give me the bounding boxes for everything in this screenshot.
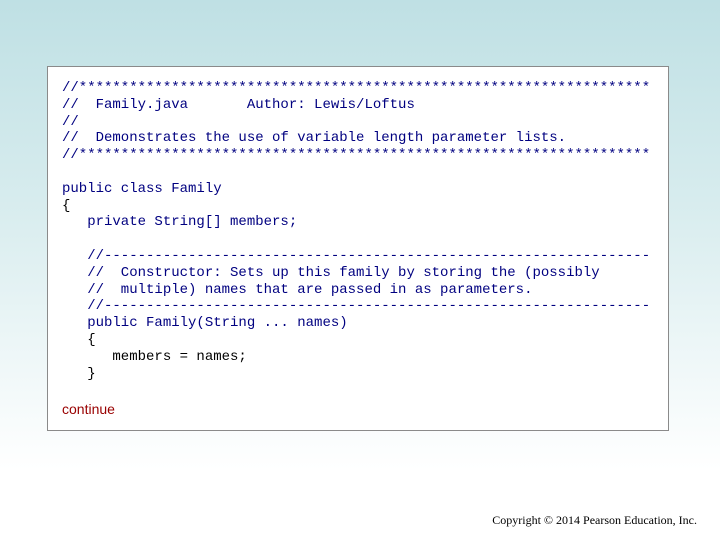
code-line: // Family.java Author: Lewis/Loftus — [62, 96, 415, 113]
code-line: //**************************************… — [62, 80, 651, 96]
code-line: // Constructor: Sets up this family by s… — [62, 264, 600, 281]
code-line: members = names; — [62, 348, 247, 365]
code-line: public class Family — [62, 180, 222, 197]
code-line: private String[] members; — [62, 214, 298, 231]
code-line: public Family(String ... names) — [62, 315, 348, 332]
code-line: //**************************************… — [62, 147, 651, 164]
code-line: { — [62, 331, 96, 348]
code-line: // multiple) names that are passed in as… — [62, 281, 533, 298]
copyright-notice: Copyright © 2014 Pearson Education, Inc. — [492, 513, 697, 527]
code-block: //**************************************… — [62, 80, 650, 382]
code-line: //--------------------------------------… — [62, 247, 651, 264]
code-line: //--------------------------------------… — [62, 298, 651, 315]
code-listing-box: //**************************************… — [47, 66, 669, 431]
continue-label: continue — [62, 401, 115, 417]
code-line: { — [62, 197, 71, 214]
code-line: } — [62, 365, 96, 382]
code-line: // Demonstrates the use of variable leng… — [62, 130, 567, 147]
code-line: // — [62, 113, 79, 130]
